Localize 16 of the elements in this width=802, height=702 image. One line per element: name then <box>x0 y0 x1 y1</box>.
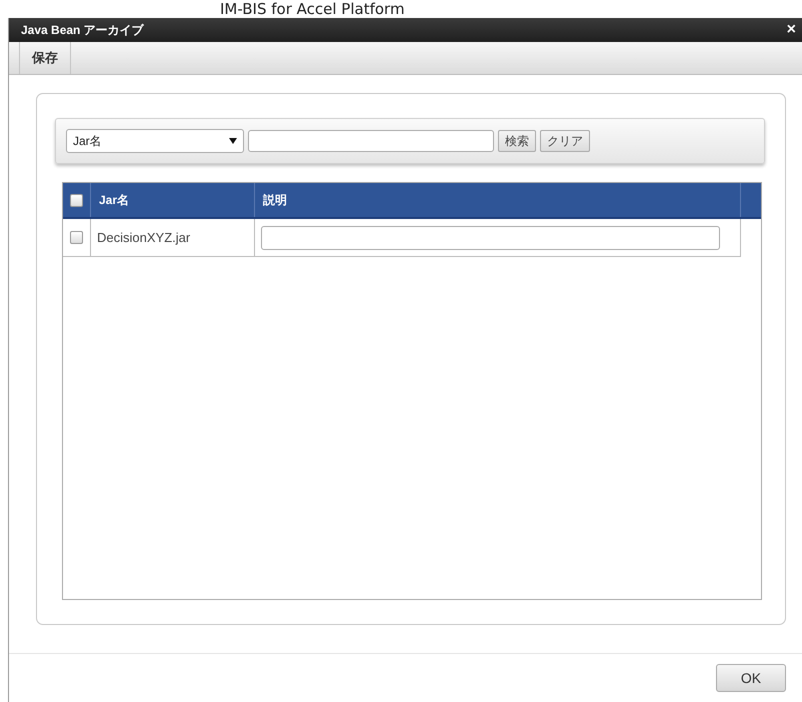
column-header: Jar名 <box>91 183 255 217</box>
description-field[interactable] <box>261 226 720 250</box>
row-checkbox[interactable] <box>70 231 83 244</box>
ok-button[interactable]: OK <box>716 664 786 692</box>
column-header: 説明 <box>255 183 741 217</box>
search-field[interactable] <box>248 130 494 152</box>
close-button[interactable]: × <box>784 21 798 39</box>
select-all-checkbox[interactable] <box>70 194 83 206</box>
search-button[interactable]: 検索 <box>498 130 536 152</box>
save-button[interactable]: 保存 <box>19 42 71 74</box>
dialog-title: Java Bean アーカイブ <box>21 22 144 38</box>
table-cell: DecisionXYZ.jar <box>91 219 255 256</box>
page-heading: IM-BIS for Accel Platform <box>219 0 406 18</box>
caret-icon <box>229 138 237 144</box>
field-select[interactable]: Jar名 <box>66 129 244 153</box>
clear-button[interactable]: クリア <box>540 130 590 152</box>
